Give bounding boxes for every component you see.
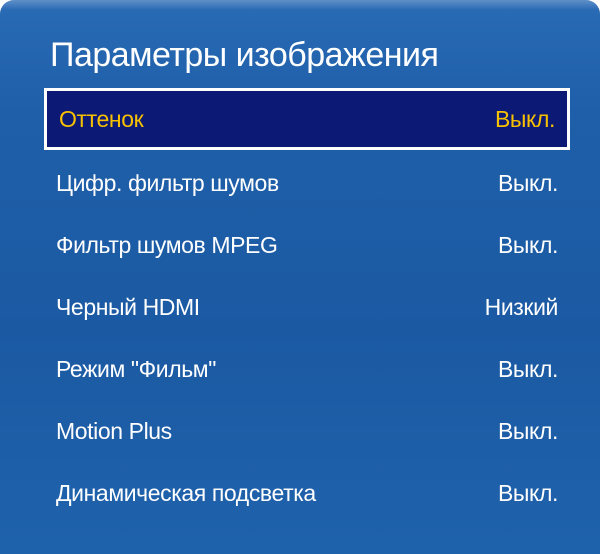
picture-options-menu: Параметры изображения Оттенок Выкл. Цифр… [0, 0, 600, 554]
menu-item-label: Черный HDMI [56, 293, 200, 320]
menu-item-motion-plus[interactable]: Motion Plus Выкл. [44, 400, 570, 462]
menu-item-hdmi-black-level[interactable]: Черный HDMI Низкий [44, 276, 570, 338]
menu-item-label: Motion Plus [56, 417, 172, 444]
menu-item-value: Выкл. [497, 479, 558, 506]
menu-item-mpeg-noise-filter[interactable]: Фильтр шумов MPEG Выкл. [44, 214, 570, 276]
menu-item-value: Выкл. [497, 169, 558, 196]
menu-item-value: Выкл. [497, 417, 558, 444]
menu-item-label: Оттенок [59, 105, 144, 132]
menu-item-value: Выкл. [497, 355, 558, 382]
menu-item-label: Режим "Фильм" [56, 355, 216, 382]
menu-list: Оттенок Выкл. Цифр. фильтр шумов Выкл. Ф… [44, 88, 570, 524]
menu-item-film-mode[interactable]: Режим "Фильм" Выкл. [44, 338, 570, 400]
menu-item-label: Динамическая подсветка [56, 479, 316, 506]
menu-item-tint[interactable]: Оттенок Выкл. [44, 88, 570, 150]
menu-item-label: Фильтр шумов MPEG [56, 231, 278, 258]
menu-item-value: Выкл. [497, 231, 558, 258]
menu-item-value: Выкл. [494, 105, 555, 132]
menu-item-label: Цифр. фильтр шумов [56, 169, 279, 196]
menu-item-value: Низкий [484, 293, 559, 320]
menu-item-digital-noise-filter[interactable]: Цифр. фильтр шумов Выкл. [44, 152, 570, 214]
menu-title: Параметры изображения [50, 36, 439, 74]
menu-item-dynamic-backlight[interactable]: Динамическая подсветка Выкл. [44, 462, 570, 524]
